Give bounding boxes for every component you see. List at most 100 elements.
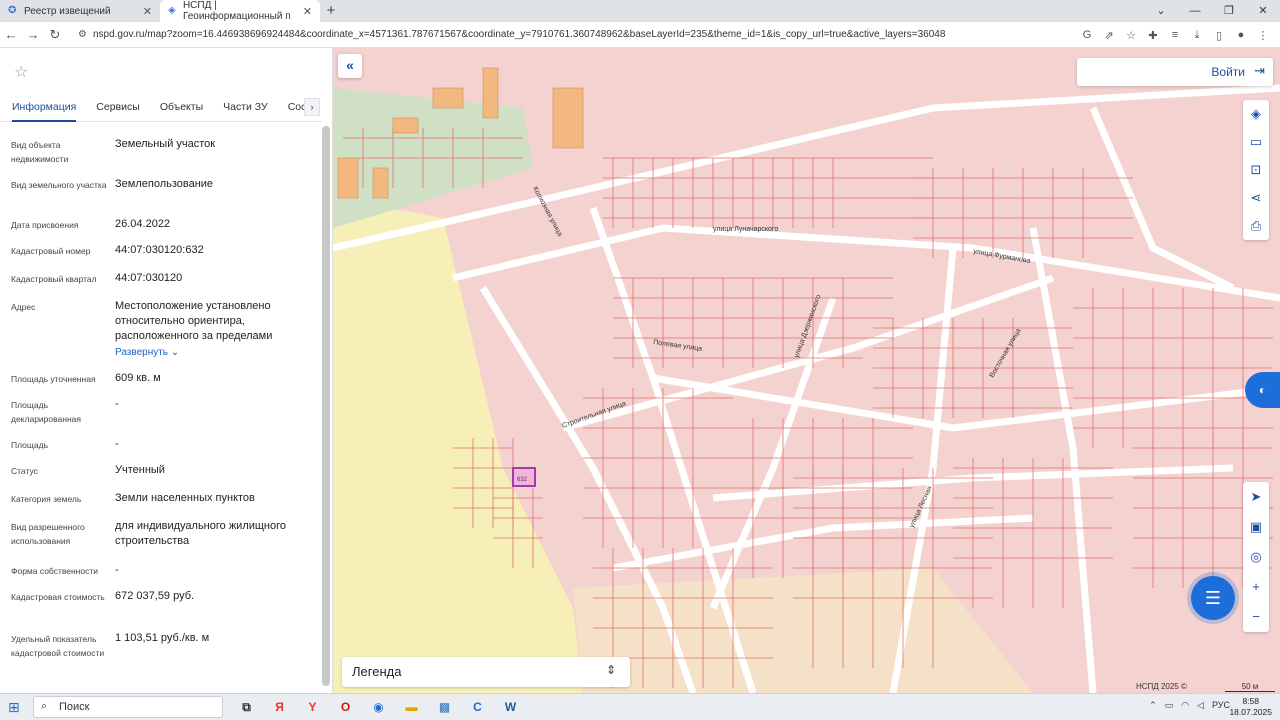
network-icon[interactable]: ▭ [1165,700,1174,711]
favorite-star-icon[interactable]: ☆ [14,62,28,82]
selected-parcel-label: 632 [517,477,528,483]
tab-objects[interactable]: Объекты [160,96,203,122]
edge-icon[interactable]: ◉ [362,696,395,718]
file-explorer-icon[interactable]: ▬ [395,696,428,718]
minimize-button[interactable]: — [1178,0,1212,22]
yandex-icon[interactable]: Я [263,696,296,718]
tab-information[interactable]: Информация [12,96,77,122]
panel-tabs: Информация Сервисы Объекты Части ЗУ Сост… [0,96,322,122]
minimap-icon[interactable]: ▣ [1243,512,1269,542]
profile-icon[interactable]: ● [1230,29,1252,41]
geolocation-icon[interactable]: ◎ [1243,542,1269,572]
attribute-label: Вид земельного участка [11,180,107,190]
browser-tab-1[interactable]: ✪ Реестр извещений ✕ [0,0,160,22]
tab-services[interactable]: Сервисы [96,96,140,122]
select-area-icon[interactable]: ⊡ [1243,156,1269,184]
yandex-browser-icon[interactable]: Y [296,696,329,718]
download-icon[interactable]: ⤓ [1186,29,1208,42]
attribute-label: Площадь декларированная [11,400,81,424]
share-icon[interactable]: ⋖ [1243,184,1269,212]
volume-icon[interactable]: ◁ [1197,700,1204,711]
tab-search-button[interactable]: ⌄ [1144,0,1178,22]
tray-chevron-icon[interactable]: ⌃ [1149,700,1157,711]
opera-icon[interactable]: O [329,696,362,718]
expand-link[interactable]: Развернуть ⌄ [115,345,315,360]
locate-icon[interactable]: ➤ [1243,482,1269,512]
url-text: nspd.gov.ru/map?zoom=16.446938696924484&… [92,29,946,40]
window-controls: ⌄ — ❐ ✕ [1144,0,1280,22]
maximize-button[interactable]: ❐ [1212,0,1246,22]
attribute-value: Землепользование [115,178,214,190]
attribute-value: 1 103,51 руб./кв. м [115,632,210,644]
attribute-label: Категория земель [11,494,82,504]
layers-icon[interactable]: ◈ [1243,100,1269,128]
print-icon[interactable]: ⎙ [1243,212,1269,240]
taskbar-clock[interactable]: 8:58 18.07.2025 [1229,696,1272,718]
attribute-value: - [115,438,119,450]
clock-time: 8:58 [1242,696,1259,706]
legend-dropdown[interactable]: Легенда ⇕ [342,657,630,687]
cadastral-number: 44:07:030120:632 [115,244,204,256]
chevron-right-icon[interactable]: › [304,98,320,116]
media-icon[interactable]: ≡ [1164,29,1186,41]
map-copyright: НСПД 2025 © [1136,682,1187,691]
browser-tab-2[interactable]: ◈ НСПД | Геоинформационный п ✕ [160,0,320,22]
legend-label[interactable]: Легенда [352,664,401,679]
collapse-panel-button[interactable]: « [338,54,362,78]
site-info-icon[interactable]: ⚙ [78,29,87,40]
menu-icon[interactable]: ⋮ [1252,29,1274,42]
system-tray: ⌃ ▭ ◠ ◁ РУС [1141,700,1230,711]
cadastral-map[interactable]: 632 Колхозная улица улица Луначарского у… [333,48,1280,693]
attribute-value: для индивидуального жилищного строительс… [115,520,287,547]
zoom-in-button[interactable]: + [1243,572,1269,602]
word-icon[interactable]: W [494,696,527,718]
share-icon[interactable]: ⇗ [1098,29,1120,42]
status-value: Учтенный [115,464,165,476]
attribute-value: - [115,398,119,410]
app-icon[interactable]: ▩ [428,696,461,718]
expand-collapse-icon[interactable]: ⇕ [606,663,616,677]
attribute-label: Вид разрешенного использования [11,522,85,546]
login-label[interactable]: Войти [1211,65,1245,79]
windows-start-icon[interactable]: ⊞ [8,699,20,716]
sidebar-icon[interactable]: ▯ [1208,29,1230,42]
ruler-icon[interactable]: ▭ [1243,128,1269,156]
close-icon[interactable]: ✕ [303,5,312,18]
street-label: улица Луначарского [713,226,778,233]
google-icon[interactable]: G [1076,29,1098,41]
attribute-label: Удельный показатель кадастровой стоимост… [11,634,105,658]
chevron-down-icon[interactable]: ⌄ [168,347,179,358]
site-favicon-icon: ◈ [168,5,176,16]
language-indicator[interactable]: РУС [1212,700,1230,711]
reload-button[interactable]: ↻ [44,27,66,43]
login-button[interactable]: Войти ⇥ [1077,58,1273,86]
clock-date: 18.07.2025 [1229,707,1272,717]
login-icon[interactable]: ⇥ [1254,63,1265,79]
browser-tabbar: ✪ Реестр извещений ✕ ◈ НСПД | Геоинформа… [0,0,1280,22]
close-icon[interactable]: ✕ [143,5,152,18]
tab-parts[interactable]: Части ЗУ [223,96,268,122]
taskbar-search[interactable]: ⌕ Поиск [33,696,223,718]
bookmark-star-icon[interactable]: ☆ [1120,29,1142,42]
wifi-icon[interactable]: ◠ [1181,700,1189,711]
new-tab-button[interactable]: + [320,0,342,22]
zoom-out-button[interactable]: − [1243,602,1269,632]
support-badge-icon[interactable]: ◐ [1245,372,1280,408]
attribute-label: Площадь [11,440,49,450]
url-field[interactable]: ⚙ nspd.gov.ru/map?zoom=16.446938696924484… [78,22,1058,48]
attribute-label: Адрес [11,302,36,312]
extensions-icon[interactable]: ✚ [1142,29,1164,42]
forward-button[interactable]: → [22,27,44,42]
close-window-button[interactable]: ✕ [1246,0,1280,22]
attribute-label: Кадастровый номер [11,246,91,256]
chrome-icon[interactable]: C [461,696,494,718]
search-label: Поиск [59,701,90,713]
attribute-value: Земли населенных пунктов [115,492,255,504]
panel-scrollbar[interactable] [322,126,330,686]
back-button[interactable]: ← [0,27,22,42]
browser-toolbar: G ⇗ ☆ ✚ ≡ ⤓ ▯ ● ⋮ [1076,22,1274,48]
chat-icon[interactable]: ☰ [1191,576,1235,620]
attribute-label: Вид объекта недвижимости [11,140,69,164]
task-view-icon[interactable]: ⧉ [230,696,263,718]
map-canvas[interactable]: 632 Колхозная улица улица Луначарского у… [333,48,1280,693]
